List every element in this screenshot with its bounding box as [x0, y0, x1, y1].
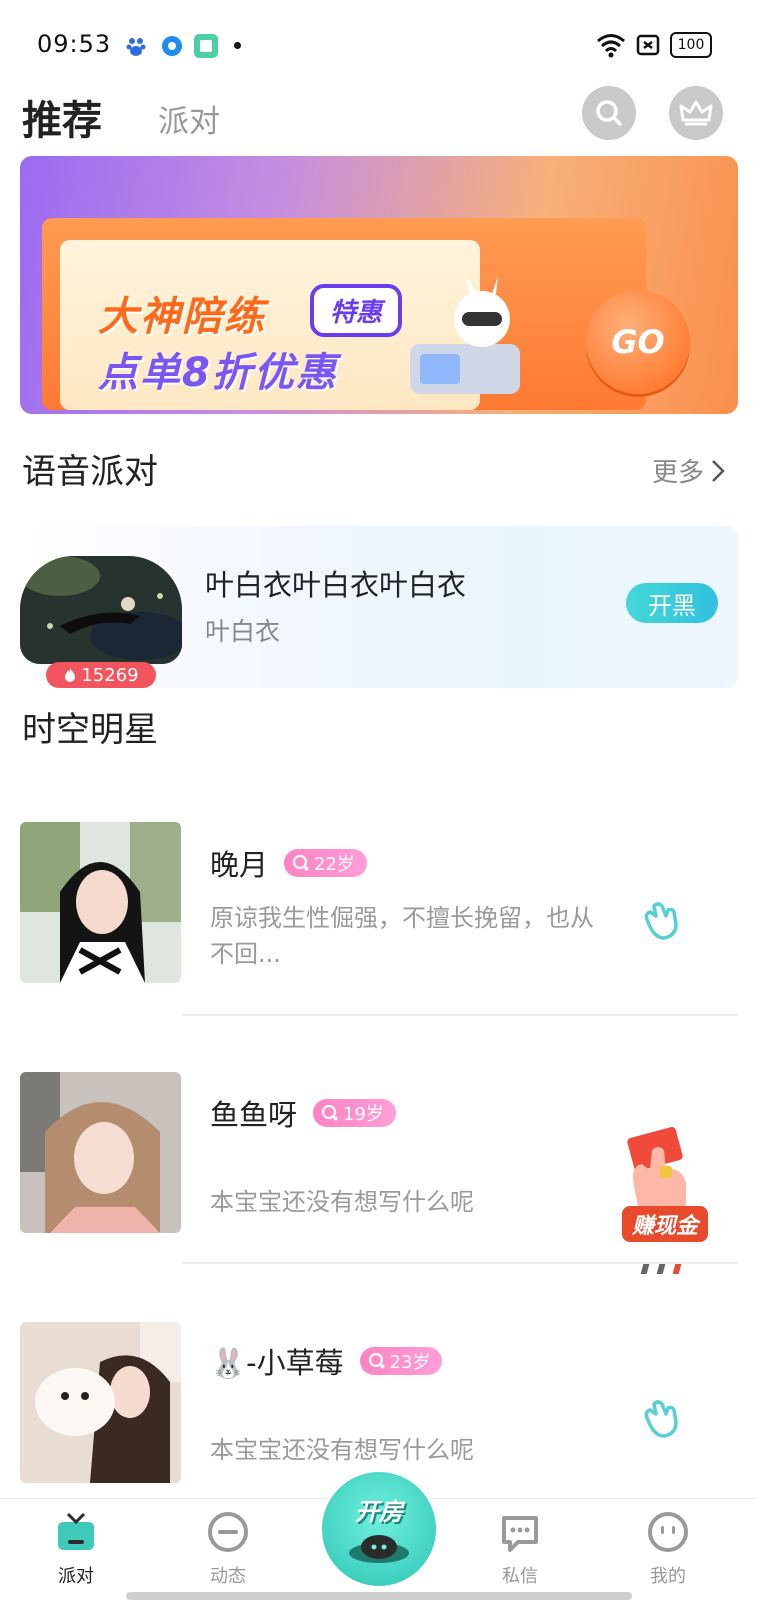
user-name: 鱼鱼呀: [210, 1098, 298, 1132]
banner-go-button[interactable]: GO: [586, 290, 690, 394]
status-bar: 09:53 100: [0, 0, 757, 90]
fire-icon: [65, 668, 76, 682]
search-button[interactable]: [582, 86, 636, 140]
age-badge: 19岁: [313, 1099, 396, 1127]
nav-label-me: 我的: [650, 1566, 686, 1587]
wifi-icon: [596, 32, 626, 62]
nav-item-me[interactable]: 我的: [618, 1510, 718, 1588]
battery-icon: 100: [670, 32, 712, 58]
banner-subline: 点单8折优惠: [98, 350, 338, 396]
more-label: 更多: [652, 458, 705, 488]
sim-icon: [636, 34, 660, 60]
nav-label-messages: 私信: [502, 1566, 538, 1587]
user-age: 23岁: [389, 1352, 431, 1373]
banner-robot-illustration: [400, 274, 530, 408]
user-name-row: 鱼鱼呀 19岁: [210, 1092, 396, 1134]
divider: [182, 1014, 738, 1016]
age-badge: 23岁: [359, 1347, 443, 1375]
user-name-row: 🐰-小草莓 23岁: [210, 1340, 443, 1382]
home-indicator[interactable]: [126, 1592, 632, 1600]
nav-item-messages[interactable]: 私信: [470, 1510, 570, 1588]
crown-icon: [679, 100, 713, 126]
promo-banner[interactable]: 大神陪练 特惠 点单8折优惠 GO: [20, 156, 738, 414]
earn-cash-label[interactable]: 赚现金: [622, 1206, 709, 1242]
female-icon: [292, 854, 309, 871]
profile-face-icon: [648, 1512, 688, 1552]
user-age: 22岁: [314, 854, 355, 875]
banner-headline: 大神陪练: [98, 294, 266, 340]
more-link[interactable]: 更多: [652, 452, 726, 489]
banner-badge: 特惠: [310, 284, 403, 337]
join-room-button[interactable]: 开黑: [626, 583, 718, 623]
wave-hand-icon: [644, 1400, 678, 1438]
battery-level: 100: [677, 37, 705, 53]
chat-icon: [502, 1516, 538, 1552]
wave-hand-button[interactable]: [640, 1396, 684, 1444]
nav-item-party[interactable]: 派对: [26, 1510, 126, 1588]
user-name: 晚月: [210, 848, 269, 882]
room-heat-badge: 15269: [46, 662, 156, 688]
nav-item-open-room[interactable]: 开房: [322, 1472, 436, 1586]
ufo-icon: [349, 1534, 409, 1563]
age-badge: 22岁: [284, 849, 367, 877]
notification-dot-icon: [234, 42, 241, 49]
user-bio: 本宝宝还没有想写什么呢: [210, 1436, 474, 1464]
party-room-host: 叶白衣: [205, 617, 281, 646]
tab-recommend[interactable]: 推荐: [22, 88, 102, 146]
baidu-icon: [124, 34, 148, 58]
chevron-right-icon: [712, 459, 725, 482]
stars-title: 时空明星: [22, 710, 158, 750]
nav-item-moments[interactable]: 动态: [178, 1510, 278, 1588]
voice-party-title: 语音派对: [22, 452, 158, 492]
user-avatar[interactable]: [20, 822, 181, 983]
user-bio: 本宝宝还没有想写什么呢: [210, 1188, 474, 1216]
search-icon: [596, 100, 622, 126]
reader-icon: [194, 34, 218, 58]
user-name-row: 晚月 22岁: [210, 842, 367, 884]
nav-label-party: 派对: [58, 1566, 94, 1587]
nav-label-moments: 动态: [210, 1566, 246, 1587]
tab-party[interactable]: 派对: [158, 96, 220, 141]
female-icon: [321, 1104, 338, 1121]
user-avatar[interactable]: [20, 1322, 181, 1483]
status-time: 09:53: [37, 30, 112, 58]
user-bio: 原谅我生性倔强，不擅长挽留，也从不回...: [210, 904, 594, 968]
earn-progress-dots: [640, 1264, 682, 1274]
tv-icon: [58, 1512, 94, 1550]
wave-hand-button[interactable]: [640, 898, 684, 946]
female-icon: [368, 1352, 385, 1369]
user-avatar[interactable]: [20, 1072, 181, 1233]
browser-icon: [160, 34, 184, 58]
party-room-cover: [20, 556, 182, 664]
room-heat-value: 15269: [81, 664, 139, 686]
vip-button[interactable]: [669, 86, 723, 140]
user-name: 🐰-小草莓: [210, 1346, 344, 1380]
wave-hand-icon: [644, 902, 678, 940]
moments-icon: [208, 1512, 248, 1552]
nav-label-open-room: 开房: [355, 1497, 403, 1526]
user-age: 19岁: [343, 1104, 384, 1125]
party-room-name: 叶白衣叶白衣叶白衣: [205, 568, 467, 602]
